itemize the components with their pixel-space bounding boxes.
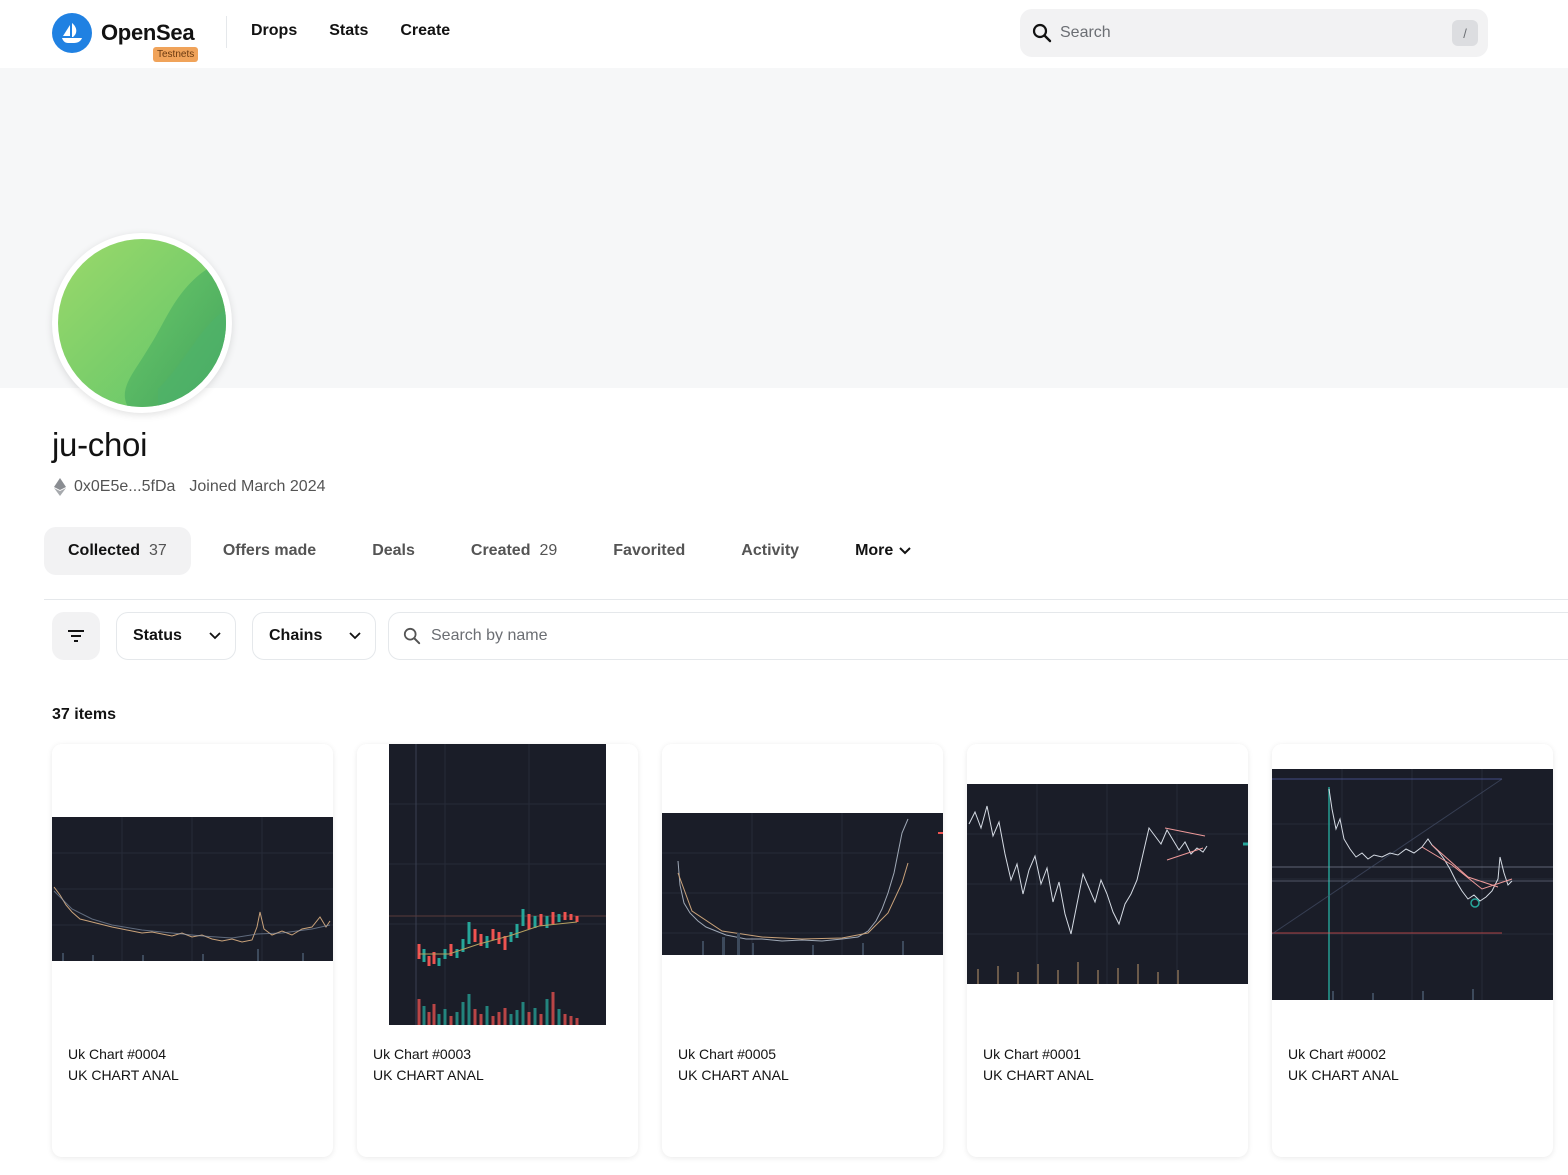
global-search[interactable]: /	[1020, 9, 1488, 57]
search-icon	[403, 627, 421, 645]
chart-thumbnail	[967, 784, 1248, 984]
nft-image	[52, 744, 333, 1025]
opensea-logo-icon	[52, 13, 92, 53]
nft-name: Uk Chart #0005	[678, 1046, 777, 1062]
nft-collection: UK CHART ANAL	[1288, 1067, 1399, 1083]
nft-collection: UK CHART ANAL	[983, 1067, 1094, 1083]
nav-create[interactable]: Create	[400, 22, 450, 40]
tabs-divider	[44, 599, 1568, 600]
nft-name: Uk Chart #0001	[983, 1046, 1082, 1062]
name-search[interactable]	[388, 612, 1568, 660]
profile-banner	[0, 68, 1568, 388]
tab-collected[interactable]: Collected 37	[44, 527, 191, 575]
joined-date: Joined March 2024	[189, 478, 326, 495]
top-navigation: OpenSea Testnets Drops Stats Create /	[0, 0, 1568, 68]
nft-name: Uk Chart #0002	[1288, 1046, 1387, 1062]
nav-divider	[226, 16, 227, 48]
tab-favorited[interactable]: Favorited	[589, 527, 709, 575]
nft-name: Uk Chart #0004	[68, 1046, 167, 1062]
nft-card[interactable]: Uk Chart #0001 UK CHART ANAL	[967, 744, 1248, 1157]
nft-card[interactable]: Uk Chart #0005 UK CHART ANAL	[662, 744, 943, 1157]
nft-image	[662, 744, 943, 1025]
tab-label: Offers made	[222, 542, 317, 559]
items-count: 37 items	[52, 706, 117, 723]
profile-tabs: Collected 37 Offers made Deals Created 2…	[44, 527, 943, 575]
name-search-input[interactable]	[431, 627, 1031, 645]
nft-collection: UK CHART ANAL	[68, 1067, 179, 1083]
tab-label: Deals	[372, 542, 415, 559]
chart-thumbnail	[662, 813, 943, 955]
tab-count: 37	[149, 542, 167, 559]
tab-more[interactable]: More	[831, 527, 935, 575]
nft-card[interactable]: Uk Chart #0002 UK CHART ANAL	[1272, 744, 1553, 1157]
global-search-input[interactable]	[1060, 24, 1452, 42]
profile-username: ju-choi	[52, 426, 148, 463]
tab-label: More	[855, 542, 894, 559]
nav-stats[interactable]: Stats	[329, 22, 368, 40]
status-dropdown[interactable]: Status	[116, 612, 236, 660]
chart-thumbnail	[1272, 769, 1553, 1000]
avatar[interactable]	[52, 233, 232, 413]
search-shortcut-key: /	[1452, 20, 1478, 46]
tab-label: Collected	[68, 542, 141, 559]
nft-image	[967, 744, 1248, 1025]
status-dropdown-label: Status	[133, 627, 182, 644]
nft-collection: UK CHART ANAL	[678, 1067, 789, 1083]
nft-card[interactable]: Uk Chart #0003 UK CHART ANAL	[357, 744, 638, 1157]
profile-meta: 0x0E5e...5fDa Joined March 2024	[54, 478, 326, 496]
filter-icon	[68, 630, 84, 642]
chains-dropdown-label: Chains	[269, 627, 323, 644]
ethereum-icon	[54, 478, 66, 496]
chevron-down-icon	[899, 547, 912, 555]
tab-activity[interactable]: Activity	[717, 527, 823, 575]
tab-deals[interactable]: Deals	[348, 527, 439, 575]
nft-name: Uk Chart #0003	[373, 1046, 472, 1062]
nft-image	[1272, 744, 1553, 1025]
search-icon	[1030, 21, 1054, 45]
nft-collection: UK CHART ANAL	[373, 1067, 484, 1083]
nav-drops[interactable]: Drops	[251, 22, 297, 40]
testnets-badge: Testnets	[153, 47, 199, 62]
tab-label: Activity	[741, 542, 800, 559]
tab-created[interactable]: Created 29	[447, 527, 581, 575]
chart-thumbnail	[389, 744, 606, 1025]
chart-thumbnail	[52, 817, 333, 961]
avatar-image	[58, 239, 226, 407]
wallet-address[interactable]: 0x0E5e...5fDa	[74, 478, 175, 496]
nft-image	[357, 744, 638, 1025]
filter-toggle-button[interactable]	[52, 612, 100, 660]
chevron-down-icon	[209, 632, 221, 640]
tab-label: Created	[470, 542, 531, 559]
chevron-down-icon	[349, 632, 361, 640]
nft-card[interactable]: Uk Chart #0004 UK CHART ANAL	[52, 744, 333, 1157]
tab-label: Favorited	[613, 542, 686, 559]
brand-name: OpenSea	[101, 20, 195, 45]
chains-dropdown[interactable]: Chains	[252, 612, 376, 660]
tab-offers-made[interactable]: Offers made	[199, 527, 340, 575]
tab-count: 29	[539, 542, 558, 559]
main-nav: Drops Stats Create	[251, 22, 450, 40]
